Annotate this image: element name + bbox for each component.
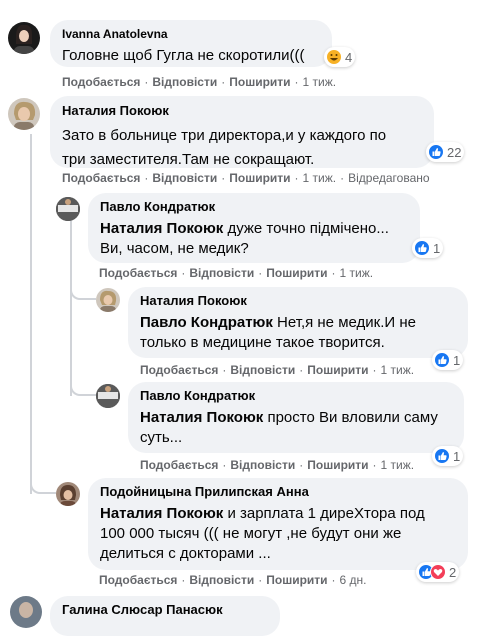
like-button[interactable]: Подобається xyxy=(99,266,177,280)
comment-author[interactable]: Павло Кондратюк xyxy=(100,199,408,215)
mention-link[interactable]: Наталия Покоюк xyxy=(140,409,263,426)
reaction-count: 22 xyxy=(447,144,462,160)
avatar-image xyxy=(96,384,120,408)
share-button[interactable]: Поширити xyxy=(307,458,368,472)
comment-text: Наталия Покоюк просто Ви вловили саму су… xyxy=(140,408,440,448)
mention-link[interactable]: Наталия Покоюк xyxy=(100,505,223,522)
avatar[interactable] xyxy=(96,288,120,312)
avatar[interactable] xyxy=(8,22,40,54)
reaction-summary[interactable]: 22 xyxy=(426,142,465,162)
comment-text: Наталия Покоюк дуже точно підмічено... В… xyxy=(100,219,412,259)
like-icon xyxy=(434,448,450,464)
comment-author[interactable]: Подойницына Прилипская Анна xyxy=(100,484,456,500)
comment-author[interactable]: Ivanna Anatolevna xyxy=(62,26,320,42)
comment-actions: Подобається · Відповісти · Поширити · 1 тиж. xyxy=(140,363,415,377)
mention-link[interactable]: Наталия Покоюк xyxy=(100,220,223,237)
avatar[interactable] xyxy=(10,596,42,628)
thread-connector xyxy=(70,286,96,300)
reaction-count: 1 xyxy=(453,448,461,464)
love-icon xyxy=(430,564,446,580)
reply-button[interactable]: Відповісти xyxy=(189,573,254,587)
comment-bubble: Наталия Покоюк Павло Кондратюк Нет,я не … xyxy=(128,287,468,358)
like-button[interactable]: Подобається xyxy=(140,363,218,377)
share-button[interactable]: Поширити xyxy=(266,266,327,280)
like-button[interactable]: Подобається xyxy=(62,171,140,185)
reply-button[interactable]: Відповісти xyxy=(152,75,217,89)
avatar-image xyxy=(60,485,76,506)
share-button[interactable]: Поширити xyxy=(307,363,368,377)
reply-button[interactable]: Відповісти xyxy=(230,458,295,472)
comment-timestamp[interactable]: 1 тиж. xyxy=(303,75,337,89)
comment-actions: Подобається · Відповісти · Поширити · 6 дн. xyxy=(99,573,367,587)
reply-button[interactable]: Відповісти xyxy=(152,171,217,185)
comment-text: Головне щоб Гугла не скоротили((( xyxy=(62,47,305,64)
edited-label[interactable]: Відредаговано xyxy=(348,171,429,185)
reply-button[interactable]: Відповісти xyxy=(230,363,295,377)
comment-author[interactable]: Галина Слюсар Панасюк xyxy=(62,602,268,618)
reaction-summary[interactable]: 2 xyxy=(416,562,460,582)
reaction-count: 1 xyxy=(433,240,441,256)
like-icon xyxy=(428,144,444,160)
comment-timestamp[interactable]: 1 тиж. xyxy=(303,171,337,185)
comment-bubble: Галина Слюсар Панасюк xyxy=(50,596,280,636)
comment-author[interactable]: Павло Кондратюк xyxy=(140,388,452,404)
avatar[interactable] xyxy=(8,98,40,130)
comment-timestamp[interactable]: 1 тиж. xyxy=(381,363,415,377)
comment-text: Наталия Покоюк и зарплата 1 диреХтора по… xyxy=(100,504,450,564)
share-button[interactable]: Поширити xyxy=(229,171,290,185)
reaction-count: 2 xyxy=(449,564,457,580)
comment-text: Зато в больнице три директора,и у каждог… xyxy=(62,127,387,168)
reaction-summary[interactable]: 1 xyxy=(412,238,444,258)
avatar-image xyxy=(100,290,117,312)
avatar-image xyxy=(56,197,80,221)
avatar-image xyxy=(14,24,34,54)
thread-line xyxy=(70,220,72,396)
thread-line xyxy=(30,134,32,494)
comment-bubble: Ivanna Anatolevna Головне щоб Гугла не с… xyxy=(50,20,332,67)
reaction-summary[interactable]: 1 xyxy=(432,446,464,466)
comment-author[interactable]: Наталия Покоюк xyxy=(62,103,422,119)
share-button[interactable]: Поширити xyxy=(266,573,327,587)
reply-button[interactable]: Відповісти xyxy=(189,266,254,280)
comment-actions: Подобається · Відповісти · Поширити · 1 тиж. · В… xyxy=(62,171,430,185)
comment-text: Павло Кондратюк Нет,я не медик.И не толь… xyxy=(140,313,440,353)
comment-actions: Подобається · Відповісти · Поширити · 1 тиж. xyxy=(62,75,337,89)
comment-actions: Подобається · Відповісти · Поширити · 1 тиж. xyxy=(99,266,374,280)
reaction-summary[interactable]: 1 xyxy=(432,350,464,370)
avatar-image xyxy=(19,602,33,618)
like-icon xyxy=(434,352,450,368)
reaction-count: 4 xyxy=(345,49,353,65)
comment-timestamp[interactable]: 6 дн. xyxy=(340,573,367,587)
comment-bubble: Павло Кондратюк Наталия Покоюк дуже точн… xyxy=(88,193,420,263)
like-button[interactable]: Подобається xyxy=(62,75,140,89)
thread-connector xyxy=(30,480,56,494)
like-icon xyxy=(414,240,430,256)
comment-author[interactable]: Наталия Покоюк xyxy=(140,293,456,309)
comment-timestamp[interactable]: 1 тиж. xyxy=(340,266,374,280)
thread-connector xyxy=(30,190,56,208)
comment-bubble: Павло Кондратюк Наталия Покоюк просто Ви… xyxy=(128,382,464,453)
mention-link[interactable]: Павло Кондратюк xyxy=(140,314,273,331)
comment-actions: Подобається · Відповісти · Поширити · 1 тиж. xyxy=(140,458,415,472)
reaction-summary[interactable]: 4 xyxy=(324,47,356,67)
avatar-image xyxy=(14,101,36,130)
like-button[interactable]: Подобається xyxy=(140,458,218,472)
like-button[interactable]: Подобається xyxy=(99,573,177,587)
comment-timestamp[interactable]: 1 тиж. xyxy=(381,458,415,472)
haha-icon xyxy=(326,49,342,65)
avatar[interactable] xyxy=(56,482,80,506)
comment-bubble: Подойницына Прилипская Анна Наталия Поко… xyxy=(88,478,468,570)
thread-connector xyxy=(70,382,96,396)
avatar[interactable] xyxy=(96,384,120,408)
reaction-count: 1 xyxy=(453,352,461,368)
comment-bubble: Наталия Покоюк Зато в больнице три дирек… xyxy=(50,96,434,168)
share-button[interactable]: Поширити xyxy=(229,75,290,89)
avatar[interactable] xyxy=(56,197,80,221)
